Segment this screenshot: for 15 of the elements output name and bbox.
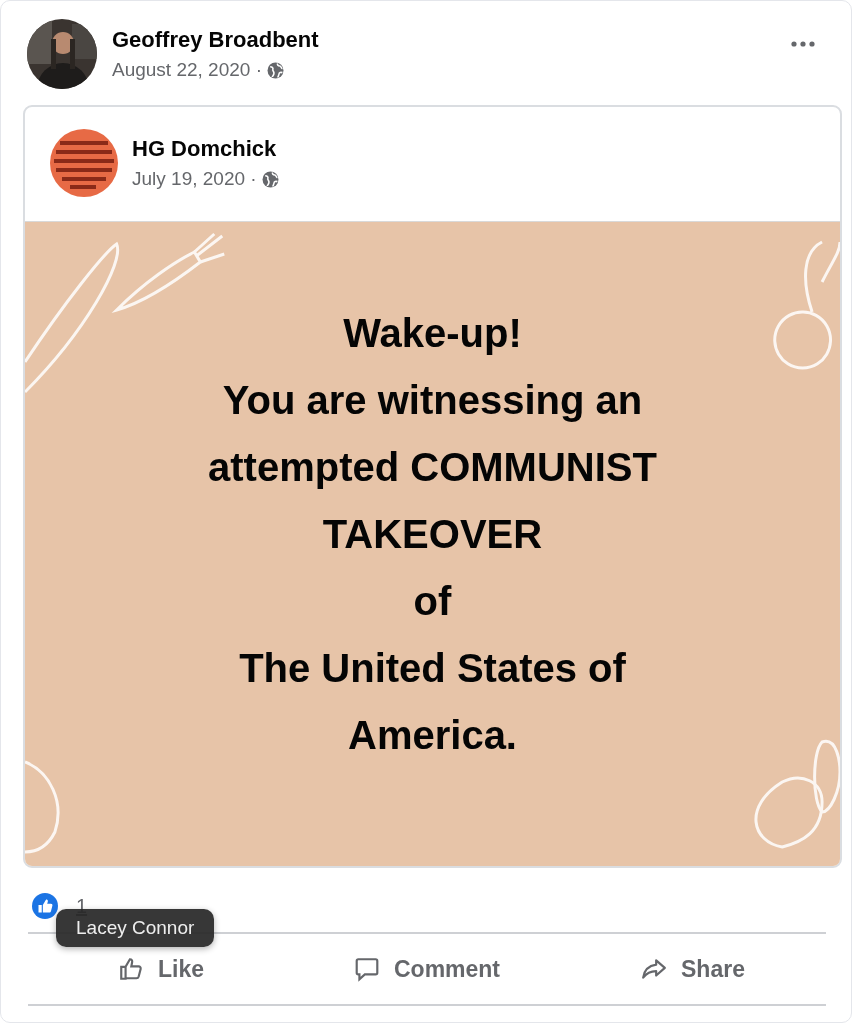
more-icon <box>791 41 815 47</box>
comment-button[interactable]: Comment <box>294 934 560 1004</box>
share-arrow-icon <box>641 956 668 982</box>
author-name[interactable]: Geoffrey Broadbent <box>112 27 319 53</box>
tooltip: Lacey Connor <box>56 909 215 947</box>
author-name[interactable]: HG Domchick <box>132 136 279 162</box>
globe-icon <box>267 61 284 79</box>
speech-bubble-icon <box>353 956 380 982</box>
post-text: Wake-up! You are witnessing an attempted COMMUNIST TAKEOVER of The United States of America. <box>208 309 657 759</box>
share-button[interactable]: Share <box>560 934 826 1004</box>
globe-icon <box>261 170 279 188</box>
thumbs-up-icon <box>118 956 144 982</box>
post-date[interactable]: August 22, 2020 · <box>112 59 262 81</box>
like-reaction-icon <box>32 893 58 919</box>
post-date[interactable]: July 19, 2020 · <box>132 168 257 190</box>
